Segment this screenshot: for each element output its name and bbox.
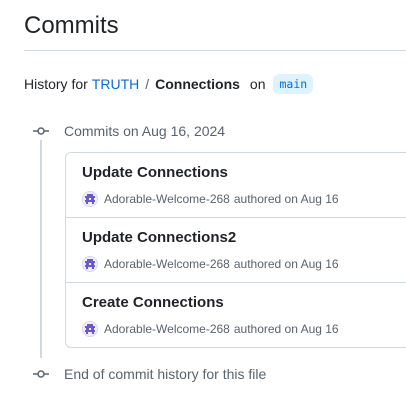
commit-title-link[interactable]: Update Connections2	[82, 229, 236, 246]
page-title: Commits	[24, 12, 119, 39]
commit-meta: Adorable-Welcome-268 authored on Aug 16	[82, 191, 339, 207]
end-of-history-label: End of commit history for this file	[64, 366, 267, 382]
commit-row: Update Connections Adorable-Welcome-268 …	[66, 153, 406, 218]
commit-author[interactable]: Adorable-Welcome-268	[104, 192, 230, 206]
commit-meta: Adorable-Welcome-268 authored on Aug 16	[82, 321, 339, 337]
commit-row: Create Connections Adorable-Welcome-268 …	[66, 283, 406, 347]
commit-authored-date: authored on Aug 16	[233, 322, 339, 336]
identicon-avatar[interactable]	[82, 256, 98, 272]
branch-badge[interactable]: main	[273, 74, 314, 94]
commit-title-link[interactable]: Update Connections	[82, 164, 228, 181]
identicon-avatar[interactable]	[82, 321, 98, 337]
commit-authored-date: authored on Aug 16	[233, 192, 339, 206]
breadcrumb-prefix: History for	[24, 76, 88, 92]
commit-meta: Adorable-Welcome-268 authored on Aug 16	[82, 256, 339, 272]
title-divider	[24, 50, 406, 51]
commit-row: Update Connections2 Adorable-Welcome-268…	[66, 218, 406, 283]
commit-authored-date: authored on Aug 16	[233, 257, 339, 271]
commit-list: Update Connections Adorable-Welcome-268 …	[65, 152, 406, 348]
commit-title-link[interactable]: Create Connections	[82, 294, 224, 311]
commit-author[interactable]: Adorable-Welcome-268	[104, 257, 230, 271]
timeline-line	[40, 140, 42, 358]
identicon-avatar[interactable]	[82, 191, 98, 207]
git-commit-icon	[33, 366, 49, 382]
breadcrumb-on-label: on	[249, 76, 266, 92]
repo-link[interactable]: TRUTH	[92, 76, 139, 92]
file-name: Connections	[155, 76, 240, 92]
breadcrumb: History for TRUTH / Connections on main	[24, 74, 314, 94]
git-commit-icon	[33, 123, 49, 139]
breadcrumb-separator: /	[145, 76, 150, 92]
commit-group-header: Commits on Aug 16, 2024	[64, 123, 226, 139]
commit-author[interactable]: Adorable-Welcome-268	[104, 322, 230, 336]
